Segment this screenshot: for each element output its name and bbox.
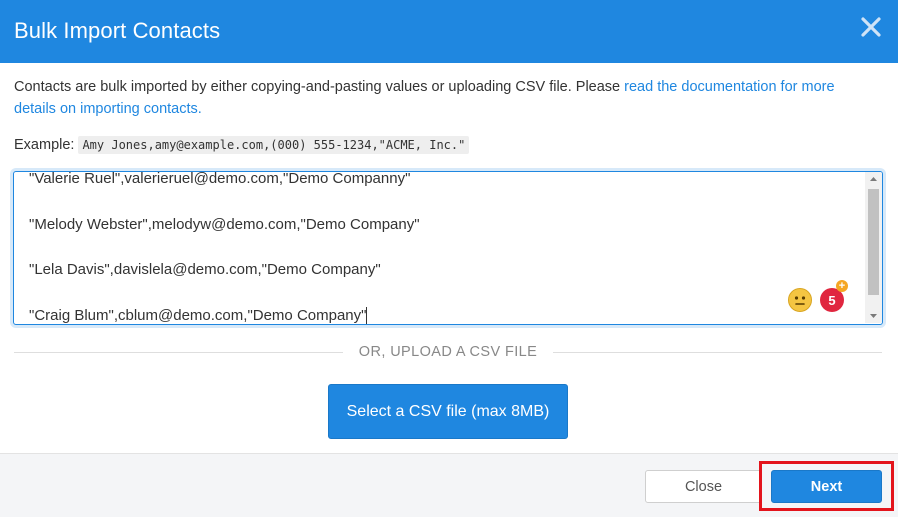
textarea-line: "Craig Blum",cblum@demo.com,"Demo Compan… (29, 306, 368, 324)
close-icon[interactable] (860, 16, 882, 38)
contacts-textarea[interactable]: "Valerie Ruel",valerieruel@demo.com,"Dem… (13, 171, 883, 325)
scroll-up-arrow-icon[interactable] (865, 172, 882, 187)
close-button[interactable]: Close (645, 470, 762, 503)
textarea-line: "Melody Webster",melodyw@demo.com,"Demo … (29, 215, 420, 233)
example-label: Example: (14, 137, 75, 153)
bulk-import-dialog: Bulk Import Contacts Contacts are bulk i… (0, 0, 898, 517)
scrollbar-thumb[interactable] (868, 189, 879, 295)
divider-label: OR, UPLOAD A CSV FILE (358, 344, 538, 360)
intro-description: Contacts are bulk imported by either cop… (14, 79, 625, 95)
scroll-down-arrow-icon[interactable] (865, 308, 882, 323)
textarea-scrollbar[interactable] (865, 172, 882, 323)
example-row: Example: Amy Jones,amy@example.com,(000)… (14, 136, 470, 154)
dialog-body: Contacts are bulk imported by either cop… (0, 63, 898, 453)
divider-rule-right (553, 351, 882, 353)
dialog-title: Bulk Import Contacts (14, 18, 221, 43)
select-csv-file-button[interactable]: Select a CSV file (max 8MB) (328, 384, 568, 439)
upload-divider: OR, UPLOAD A CSV FILE (14, 344, 882, 360)
next-button[interactable]: Next (771, 470, 882, 503)
textarea-line: "Valerie Ruel",valerieruel@demo.com,"Dem… (29, 171, 411, 187)
example-code: Amy Jones,amy@example.com,(000) 555-1234… (78, 136, 470, 154)
text-caret (366, 307, 368, 324)
intro-text: Contacts are bulk imported by either cop… (14, 76, 874, 120)
textarea-content: "Valerie Ruel",valerieruel@demo.com,"Dem… (29, 171, 849, 324)
dialog-footer: Close Next (0, 453, 898, 517)
textarea-line: "Lela Davis",davislela@demo.com,"Demo Co… (29, 261, 381, 278)
grammar-plus-icon: + (836, 280, 848, 292)
divider-rule-left (14, 351, 343, 353)
dialog-header: Bulk Import Contacts (0, 0, 898, 63)
neutral-face-icon[interactable] (788, 288, 812, 312)
